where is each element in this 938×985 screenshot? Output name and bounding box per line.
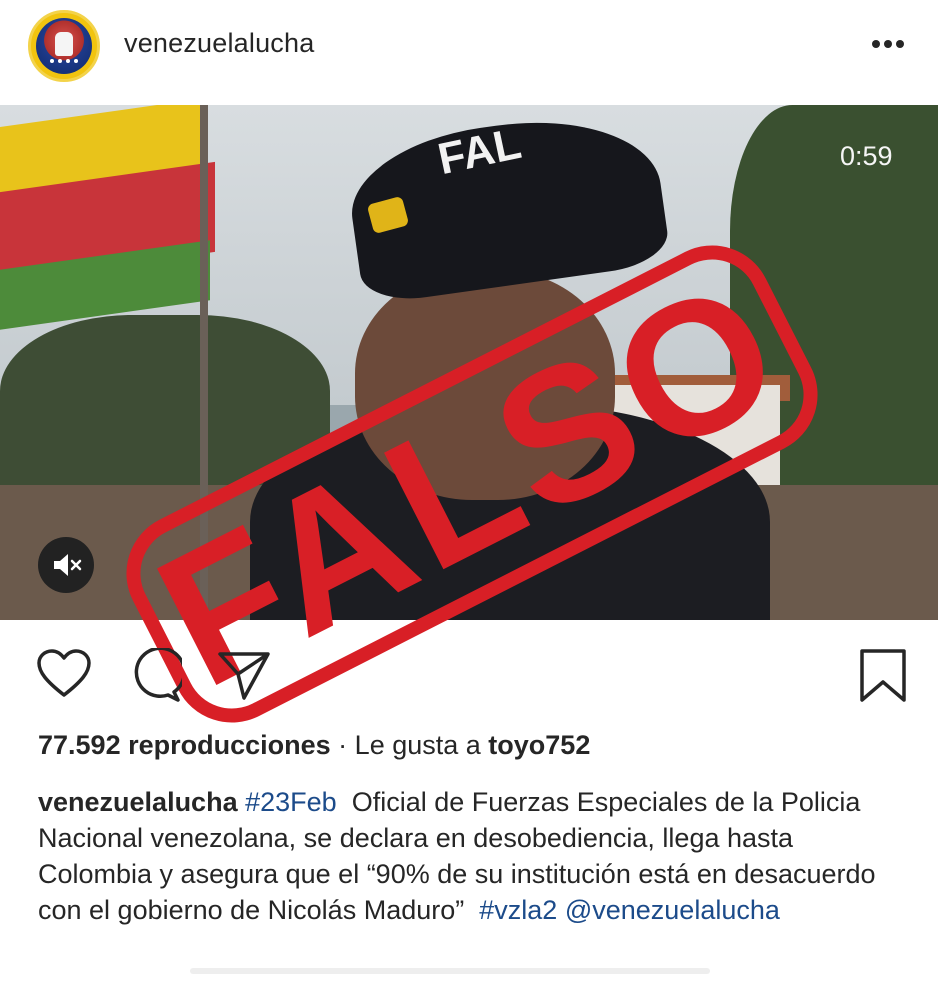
avatar-image — [36, 18, 92, 74]
caption-hashtag[interactable]: #23Feb — [245, 787, 337, 817]
caption-mention[interactable]: @venezuelalucha — [565, 895, 780, 925]
more-options-icon[interactable] — [866, 34, 910, 54]
faded-line — [190, 968, 710, 974]
heart-icon[interactable] — [36, 648, 92, 705]
liked-by-prefix: Le gusta a — [354, 730, 481, 760]
post-username[interactable]: venezuelalucha — [124, 28, 314, 59]
action-bar — [0, 640, 938, 710]
avatar[interactable] — [28, 10, 100, 82]
views-count[interactable]: 77.592 reproducciones — [38, 730, 331, 760]
liked-by-user[interactable]: toyo752 — [488, 730, 590, 760]
post-header: venezuelalucha — [0, 0, 938, 100]
post-stats: 77.592 reproducciones · Le gusta a toyo7… — [38, 730, 590, 761]
caption-hashtag-2[interactable]: #vzla2 — [479, 895, 557, 925]
video-timer: 0:59 — [840, 141, 893, 171]
mute-icon[interactable] — [38, 537, 94, 593]
post-caption: venezuelalucha #23Feb Oficial de Fuerzas… — [38, 784, 908, 928]
bookmark-icon[interactable] — [858, 648, 908, 709]
share-icon[interactable] — [216, 648, 272, 709]
separator: · — [338, 730, 348, 760]
comment-icon[interactable] — [126, 646, 187, 709]
caption-username[interactable]: venezuelalucha — [38, 787, 238, 817]
